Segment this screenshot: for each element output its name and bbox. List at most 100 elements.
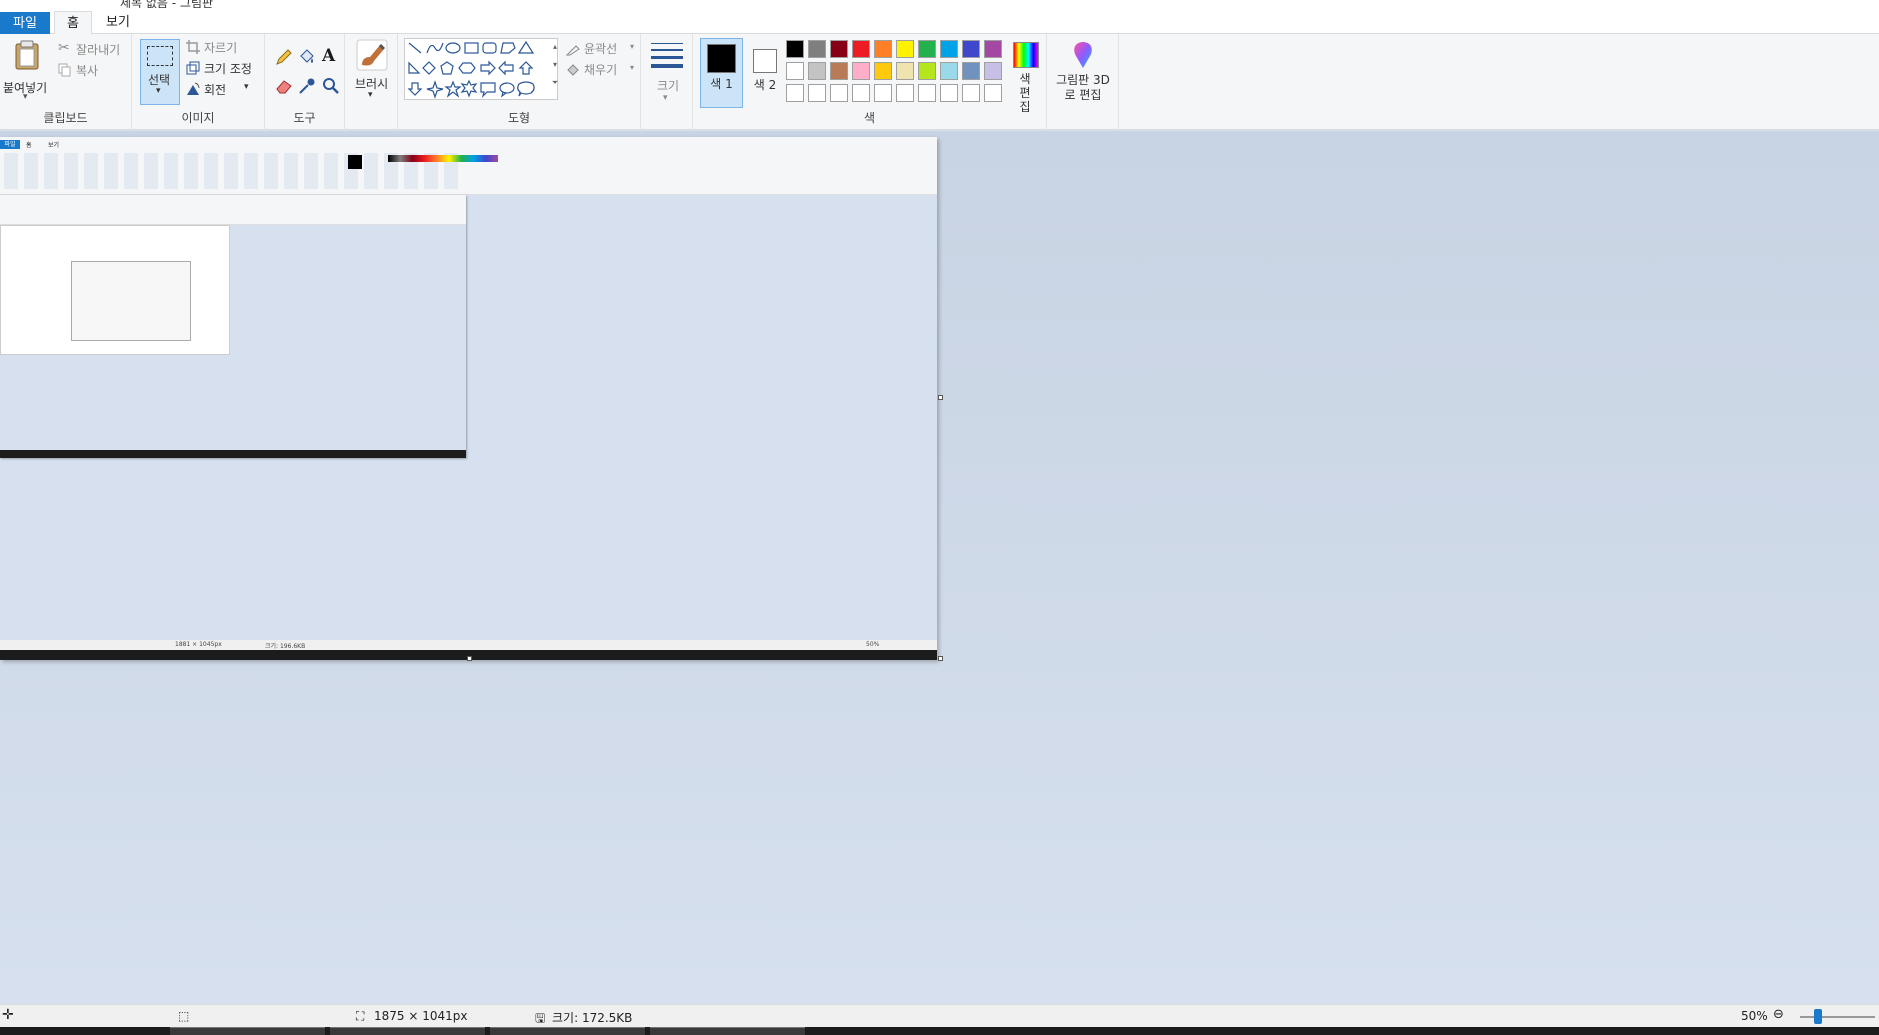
shapes-gallery[interactable] — [404, 38, 558, 100]
brushes-button[interactable]: 브러시 ▾ — [349, 37, 394, 109]
ribbon: 붙여넣기 ▾ ✂ 잘라내기 복사 클립보드 선택 ▾ 자르기 크기 조정 회전 … — [0, 34, 1879, 130]
clipboard-group-label: 클립보드 — [43, 111, 88, 125]
color-swatch[interactable] — [830, 40, 848, 58]
shapes-group-label: 도형 — [507, 111, 531, 125]
color-swatch[interactable] — [808, 62, 826, 80]
color-swatch[interactable] — [918, 40, 936, 58]
resize-handle-bottom[interactable] — [467, 656, 472, 661]
custom-color-slot[interactable] — [830, 84, 848, 102]
resize-label: 크기 조정 — [204, 62, 252, 76]
clipboard-group: 붙여넣기 ▾ ✂ 잘라내기 복사 클립보드 — [0, 34, 132, 130]
pencil-icon[interactable] — [275, 48, 293, 66]
fill-dropdown-icon[interactable]: ▾ — [630, 63, 634, 72]
color-swatch[interactable] — [786, 62, 804, 80]
shapes-scroll-down-icon[interactable]: ▾ — [550, 56, 560, 74]
brushes-dropdown-icon[interactable]: ▾ — [368, 90, 373, 100]
color-swatch[interactable] — [896, 40, 914, 58]
color-swatch[interactable] — [874, 40, 892, 58]
paste-dropdown-icon[interactable]: ▾ — [23, 92, 28, 102]
color-swatch[interactable] — [896, 62, 914, 80]
nested-deeper-image — [0, 225, 230, 355]
custom-color-slot[interactable] — [918, 84, 936, 102]
custom-color-slot[interactable] — [962, 84, 980, 102]
color-swatch[interactable] — [852, 40, 870, 58]
custom-color-slot[interactable] — [808, 84, 826, 102]
color-swatch[interactable] — [918, 62, 936, 80]
color-picker-icon[interactable] — [298, 77, 316, 95]
tab-home[interactable]: 홈 — [54, 11, 92, 35]
zoom-slider[interactable] — [1800, 1016, 1875, 1018]
zoom-out-icon[interactable]: ⊖ — [1773, 1007, 1784, 1022]
custom-color-slot[interactable] — [786, 84, 804, 102]
copy-button[interactable]: 복사 — [58, 61, 128, 79]
taskbar-item[interactable] — [490, 1027, 645, 1035]
size-dropdown-icon[interactable]: ▾ — [663, 93, 668, 103]
custom-color-slot[interactable] — [984, 84, 1002, 102]
color1-button[interactable]: 색 1 — [700, 38, 743, 108]
drawing-canvas[interactable]: 파일 홈 보기 1881 × 1045px 크기: 196.6KB 50% — [0, 137, 937, 660]
cut-label: 잘라내기 — [76, 43, 121, 57]
eraser-icon[interactable] — [275, 78, 293, 94]
size-group: 크기 ▾ — [641, 34, 693, 130]
color2-swatch — [753, 49, 777, 73]
color1-label: 색 1 — [710, 77, 733, 91]
zoom-slider-thumb[interactable] — [1814, 1009, 1822, 1024]
color-swatch[interactable] — [786, 40, 804, 58]
paste-button[interactable]: 붙여넣기 ▾ — [2, 36, 52, 106]
color-swatch[interactable] — [940, 62, 958, 80]
rotate-button[interactable]: 회전 ▾ — [186, 80, 261, 98]
fill-bucket-icon[interactable] — [298, 48, 316, 66]
fill-button[interactable]: 채우기 ▾ — [566, 61, 638, 79]
shapes-scroll[interactable]: ▴ ▾ ⏷ — [550, 38, 560, 100]
magnifier-icon[interactable] — [322, 77, 340, 95]
color2-label: 색 2 — [753, 78, 777, 92]
select-dropdown-icon[interactable]: ▾ — [156, 86, 161, 96]
canvas-area[interactable]: 파일 홈 보기 1881 × 1045px 크기: 196.6KB 50% — [0, 131, 1879, 1004]
outline-dropdown-icon[interactable]: ▾ — [630, 42, 634, 51]
color-swatch[interactable] — [984, 40, 1002, 58]
shapes-expand-icon[interactable]: ⏷ — [550, 74, 560, 92]
nested-dimensions: 1881 × 1045px — [175, 641, 222, 648]
color1-swatch — [707, 44, 736, 73]
color-swatch[interactable] — [808, 40, 826, 58]
color2-button[interactable]: 색 2 — [746, 38, 786, 108]
color-swatch[interactable] — [830, 62, 848, 80]
color-swatch[interactable] — [874, 62, 892, 80]
paint3d-button[interactable]: 그림판 3D로 편집 — [1051, 37, 1115, 111]
taskbar-item[interactable] — [170, 1027, 325, 1035]
shapes-group: ▴ ▾ ⏷ 윤곽선 ▾ 채우기 ▾ 도형 — [398, 34, 641, 130]
color-swatch[interactable] — [962, 62, 980, 80]
outline-button[interactable]: 윤곽선 ▾ — [566, 40, 638, 58]
shapes-scroll-up-icon[interactable]: ▴ — [550, 38, 560, 56]
tab-view[interactable]: 보기 — [98, 11, 138, 34]
nested-zoom: 50% — [866, 641, 880, 648]
color-swatch[interactable] — [940, 40, 958, 58]
color-swatch[interactable] — [852, 62, 870, 80]
rotate-dropdown-icon[interactable]: ▾ — [244, 82, 249, 92]
resize-handle-corner[interactable] — [938, 656, 943, 661]
paste-icon — [15, 40, 39, 70]
taskbar-item[interactable] — [650, 1027, 805, 1035]
edit-colors-button[interactable]: 색 편집 — [1006, 38, 1044, 114]
size-button[interactable]: 크기 ▾ — [647, 39, 687, 111]
scissors-icon: ✂ — [58, 40, 70, 56]
cut-button[interactable]: ✂ 잘라내기 — [58, 40, 128, 58]
custom-color-slot[interactable] — [874, 84, 892, 102]
select-button[interactable]: 선택 ▾ — [140, 39, 180, 105]
color-swatch[interactable] — [984, 62, 1002, 80]
resize-handle-right[interactable] — [938, 395, 943, 400]
edit-colors-icon — [1013, 42, 1039, 68]
nested-tab-home: 홈 — [26, 142, 32, 149]
resize-button[interactable]: 크기 조정 — [186, 59, 261, 77]
zoom-level: 50% — [1741, 1009, 1768, 1023]
rotate-label: 회전 — [204, 83, 227, 97]
nested-tab-view: 보기 — [48, 142, 60, 149]
color-swatch[interactable] — [962, 40, 980, 58]
taskbar-item[interactable] — [330, 1027, 485, 1035]
tab-file[interactable]: 파일 — [0, 12, 50, 35]
custom-color-slot[interactable] — [896, 84, 914, 102]
text-icon[interactable]: A — [322, 46, 335, 66]
custom-color-slot[interactable] — [940, 84, 958, 102]
crop-button[interactable]: 자르기 — [186, 38, 261, 56]
custom-color-slot[interactable] — [852, 84, 870, 102]
